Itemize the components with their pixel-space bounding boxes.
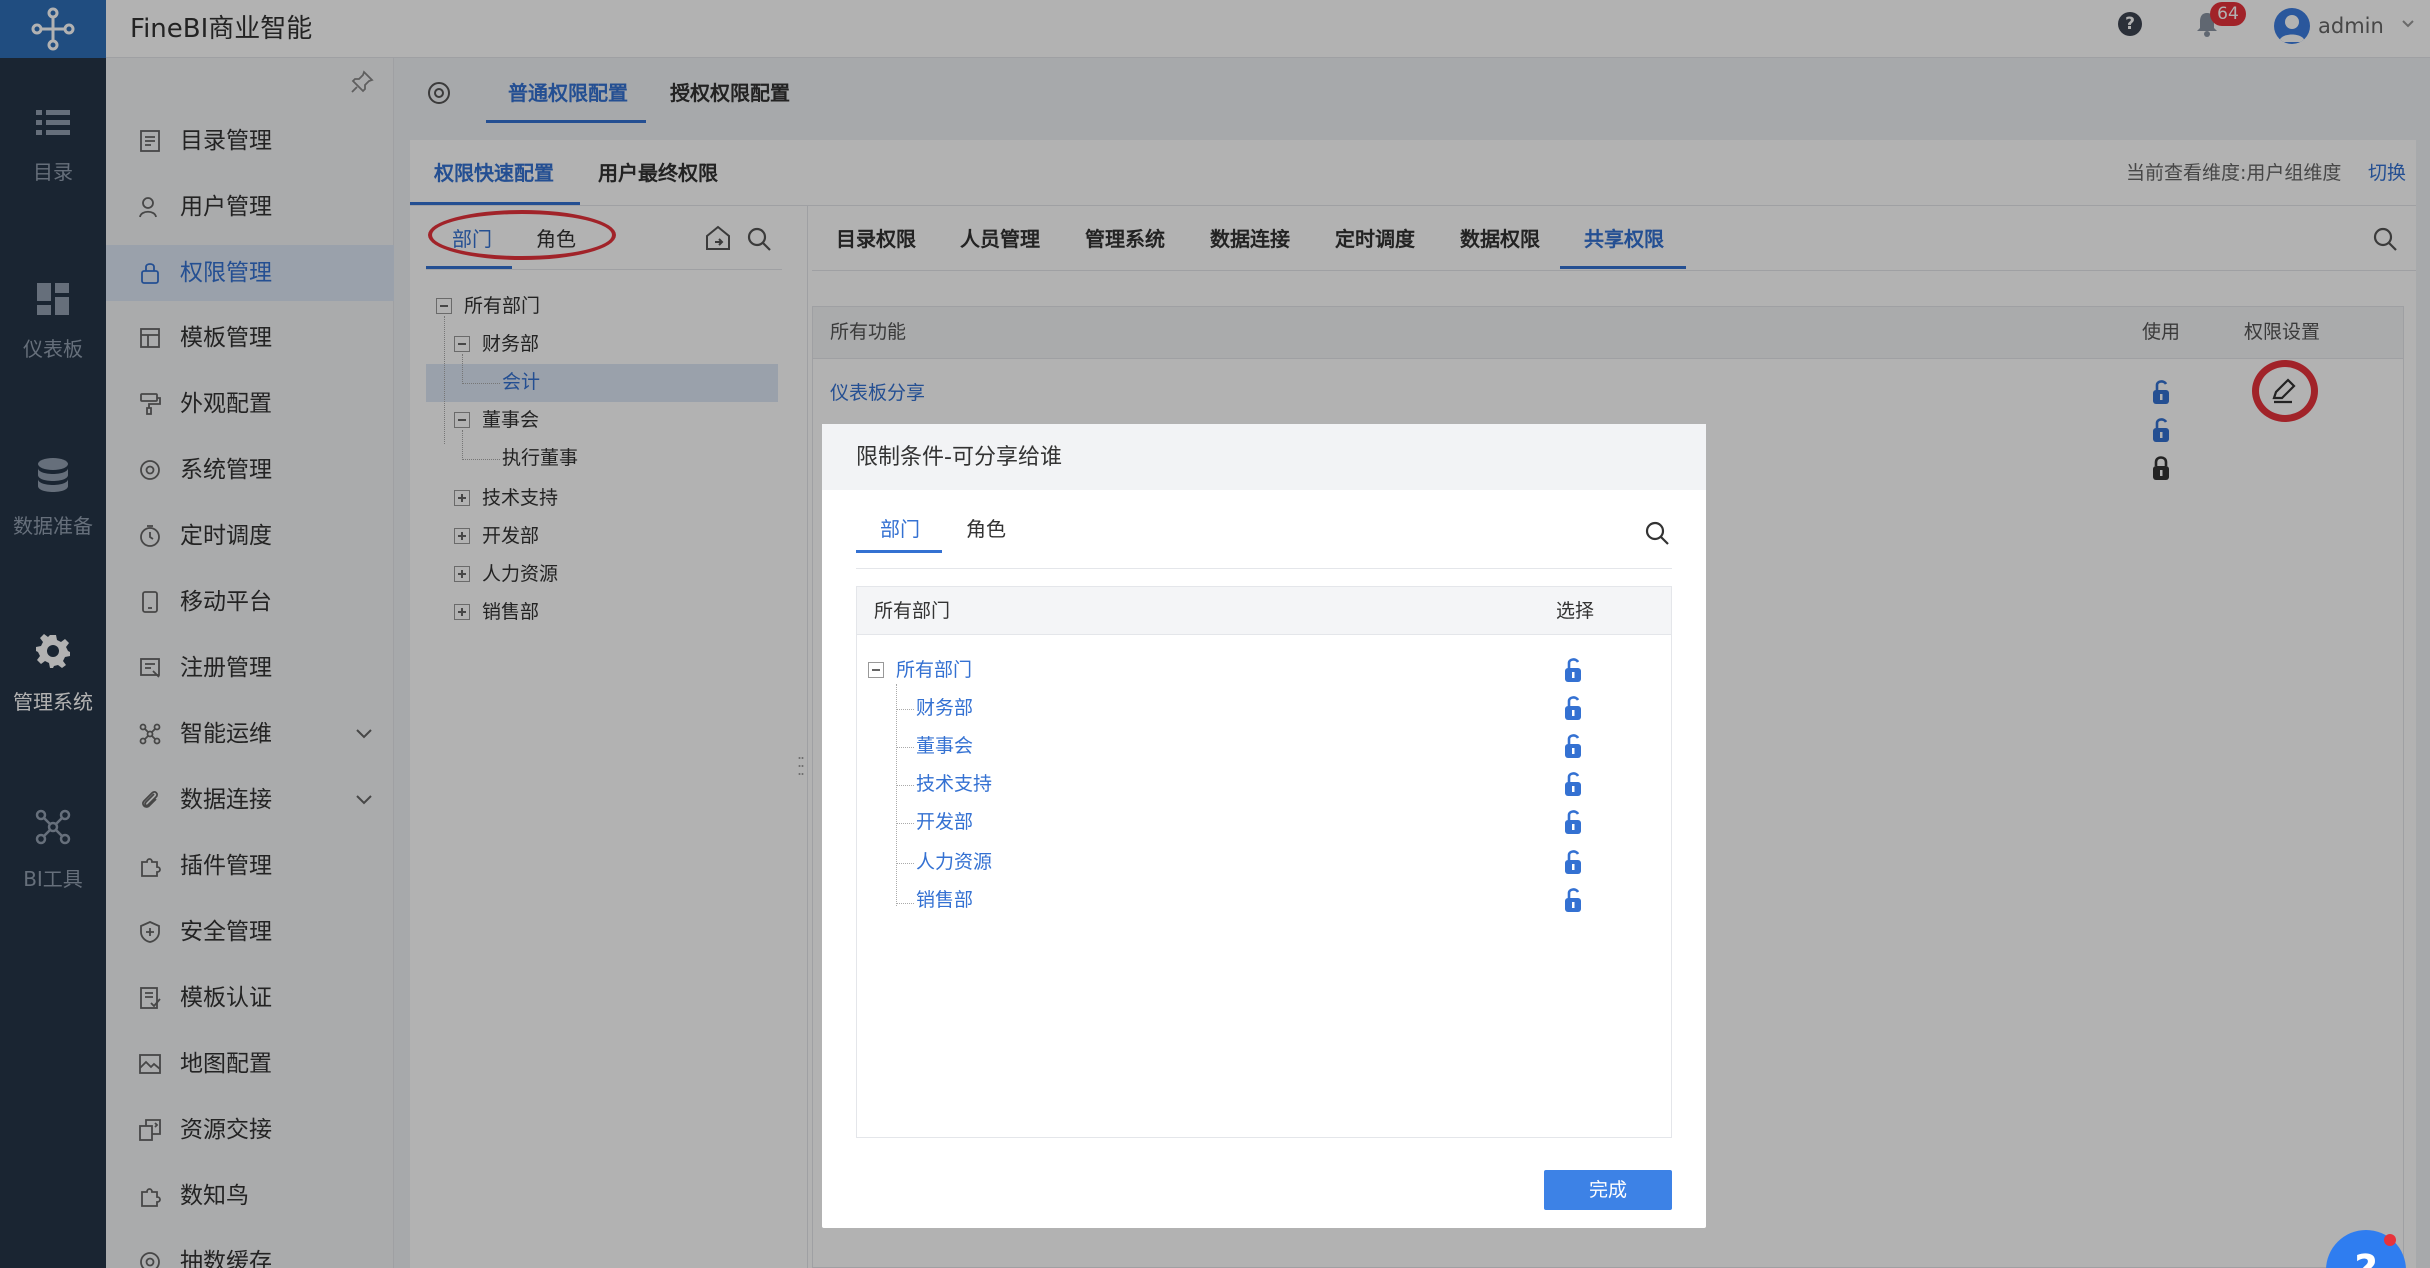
unlock-icon[interactable] — [1562, 770, 1586, 798]
dialog-tab-department[interactable]: 部门 — [880, 514, 920, 544]
dialog-title: 限制条件-可分享给谁 — [856, 445, 1062, 470]
unlock-icon[interactable] — [1562, 732, 1586, 760]
tree-line — [896, 903, 914, 904]
dialog-node-dev[interactable]: 开发部 — [916, 808, 973, 836]
tab-active-indicator — [856, 550, 942, 553]
tree-line — [896, 684, 897, 906]
tree-line — [896, 785, 914, 786]
search-icon[interactable] — [1644, 520, 1670, 546]
unlock-icon[interactable] — [1562, 886, 1586, 914]
done-button[interactable]: 完成 — [1544, 1170, 1672, 1210]
divider — [856, 568, 1672, 569]
unlock-icon[interactable] — [1562, 808, 1586, 836]
tree-line — [896, 747, 914, 748]
dialog-node-all-departments[interactable]: 所有部门 — [896, 656, 972, 684]
unlock-icon[interactable] — [1562, 848, 1586, 876]
tree-line — [896, 863, 914, 864]
dialog-tab-role[interactable]: 角色 — [966, 514, 1006, 544]
unlock-icon[interactable] — [1562, 656, 1586, 684]
dialog-node-finance[interactable]: 财务部 — [916, 694, 973, 722]
unlock-icon[interactable] — [1562, 694, 1586, 722]
collapse-toggle[interactable] — [868, 662, 884, 678]
dialog-node-tech-support[interactable]: 技术支持 — [916, 770, 992, 798]
table-header — [857, 587, 1671, 635]
dialog-node-hr[interactable]: 人力资源 — [916, 848, 992, 876]
column-select: 选择 — [1556, 600, 1595, 622]
column-all-departments: 所有部门 — [874, 600, 951, 622]
notification-dot — [2384, 1234, 2396, 1246]
dialog-node-board[interactable]: 董事会 — [916, 732, 973, 760]
dialog-node-sales[interactable]: 销售部 — [916, 886, 973, 914]
tree-line — [896, 709, 914, 710]
tree-line — [896, 823, 914, 824]
